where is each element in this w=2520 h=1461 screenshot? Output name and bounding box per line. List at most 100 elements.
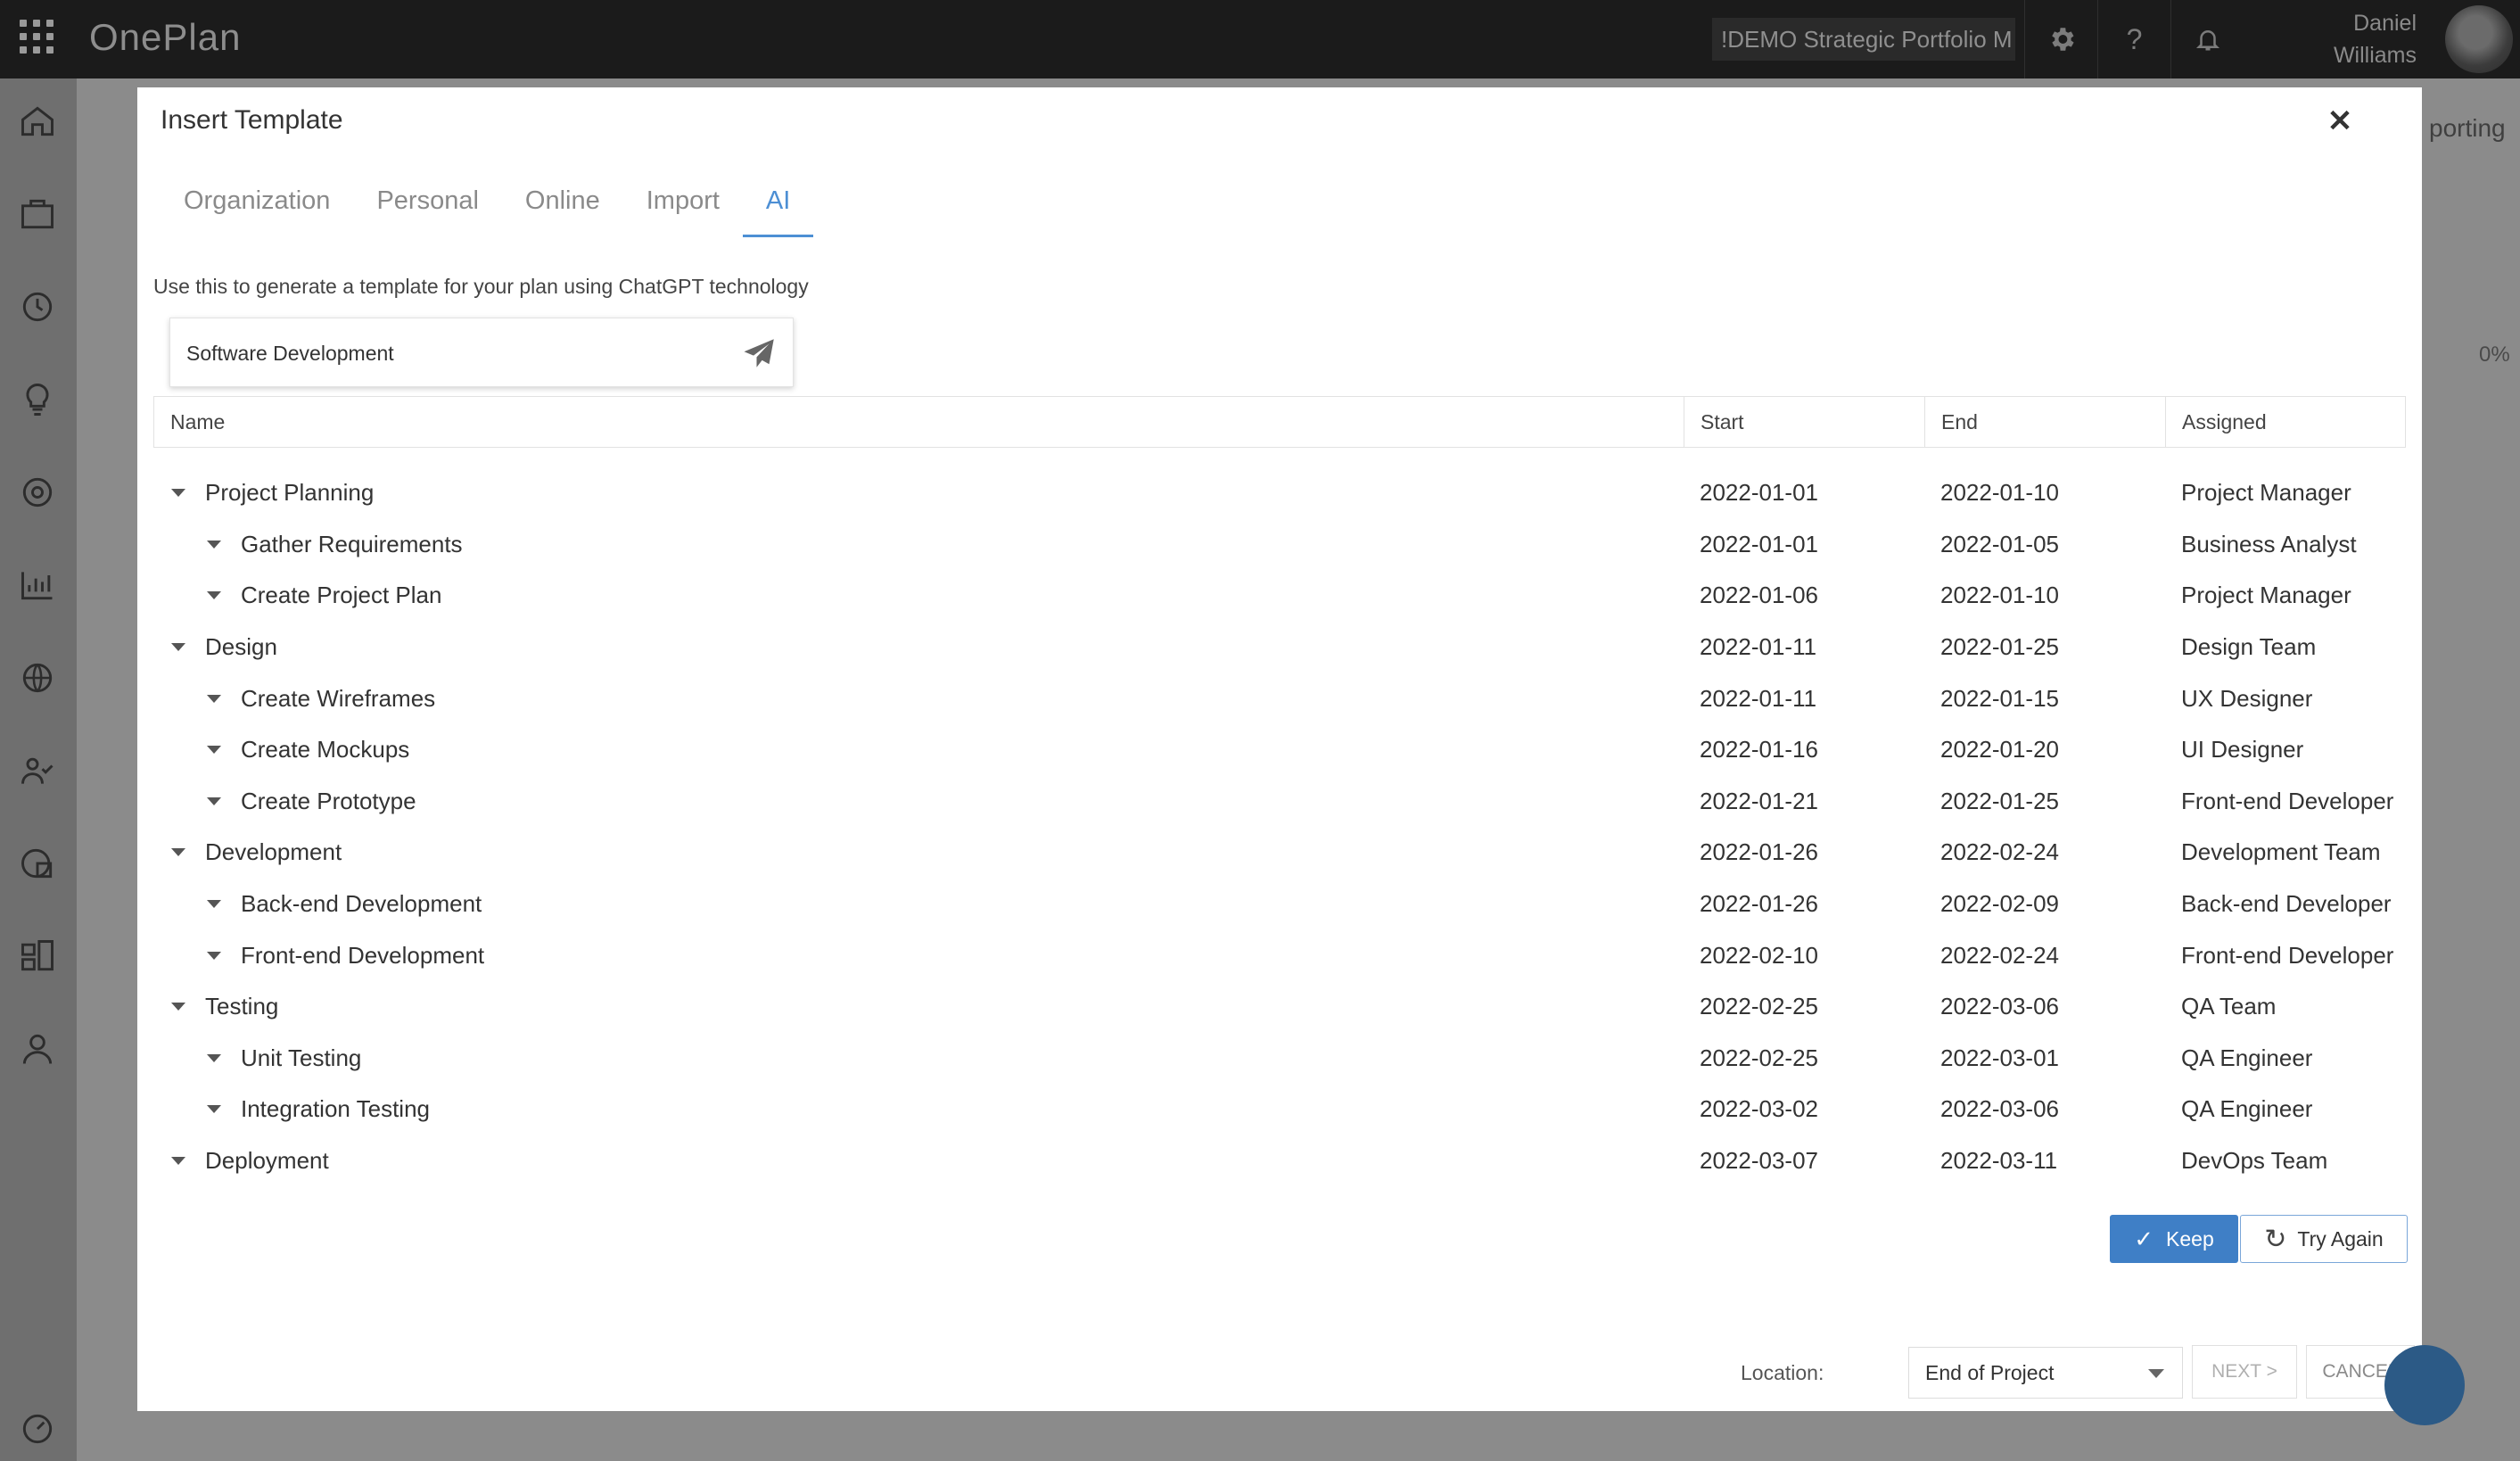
notifications-bell-icon[interactable] (2170, 0, 2244, 78)
cell-end: 2022-01-10 (1940, 582, 2059, 609)
cell-name: Create Project Plan (153, 582, 1684, 609)
table-row[interactable]: Gather Requirements 2022-01-01 2022-01-05 B… (153, 519, 2406, 571)
table-row[interactable]: Project Planning 2022-01-01 2022-01-10 Proj… (153, 467, 2406, 519)
globe-icon[interactable] (16, 656, 59, 699)
expand-caret-icon[interactable] (207, 900, 221, 909)
background-reporting-text: porting (2429, 114, 2506, 142)
speedometer-icon[interactable] (16, 1407, 59, 1450)
expand-caret-icon[interactable] (207, 1105, 221, 1114)
settings-gear-icon[interactable] (2024, 0, 2097, 78)
cell-end: 2022-01-20 (1940, 736, 2059, 764)
target-icon[interactable] (16, 471, 59, 514)
app-name[interactable]: OnePlan (89, 16, 241, 59)
next-button[interactable]: NEXT > (2192, 1345, 2297, 1399)
cell-assigned: Project Manager (2181, 582, 2351, 609)
location-select[interactable]: End of Project (1908, 1347, 2183, 1399)
grid-header: Name Start End Assigned (153, 396, 2406, 448)
cell-assigned: Development Team (2181, 838, 2381, 866)
cell-assigned: UI Designer (2181, 736, 2304, 764)
template-grid: Name Start End Assigned Project Planning… (153, 396, 2406, 1186)
table-row[interactable]: Front-end Development 2022-02-10 2022-02-2… (153, 929, 2406, 981)
tab-import[interactable]: Import (623, 180, 743, 237)
expand-caret-icon[interactable] (207, 540, 221, 549)
expand-caret-icon[interactable] (171, 489, 185, 498)
expand-caret-icon[interactable] (171, 1157, 185, 1166)
task-name: Gather Requirements (241, 530, 463, 557)
template-tabs: Organization Personal Online Import AI (161, 180, 814, 237)
column-header-end[interactable]: End (1925, 397, 2166, 447)
table-row[interactable]: Create Prototype 2022-01-21 2022-01-25 Fron… (153, 776, 2406, 828)
column-header-start[interactable]: Start (1684, 397, 1925, 447)
table-row[interactable]: Design 2022-01-11 2022-01-25 Design Team (153, 622, 2406, 673)
table-row[interactable]: Integration Testing 2022-03-02 2022-03-06 Q… (153, 1084, 2406, 1135)
background-percent: 0% (2479, 343, 2510, 367)
tab-online[interactable]: Online (502, 180, 623, 237)
chart-icon[interactable] (16, 564, 59, 607)
cell-start: 2022-01-01 (1700, 530, 1818, 557)
prompt-box (169, 318, 794, 388)
team-icon[interactable] (16, 749, 59, 792)
cell-start: 2022-03-02 (1700, 1095, 1818, 1123)
expand-caret-icon[interactable] (207, 951, 221, 960)
expand-caret-icon[interactable] (207, 746, 221, 755)
user-icon[interactable] (16, 1028, 59, 1070)
help-icon[interactable]: ? (2097, 0, 2170, 78)
table-row[interactable]: Deployment 2022-03-07 2022-03-11 DevOps Tea… (153, 1135, 2406, 1187)
briefcase-icon[interactable] (16, 193, 59, 235)
assistant-button[interactable] (2384, 1345, 2465, 1425)
task-name: Development (205, 838, 342, 866)
insert-template-dialog: Insert Template ✕ Organization Personal … (137, 87, 2422, 1411)
cell-end: 2022-03-01 (1940, 1044, 2059, 1071)
table-row[interactable]: Create Wireframes 2022-01-11 2022-01-15 UX … (153, 673, 2406, 724)
expand-caret-icon[interactable] (171, 1003, 185, 1011)
grid-rows: Project Planning 2022-01-01 2022-01-10 Proj… (153, 467, 2406, 1186)
column-header-name[interactable]: Name (154, 397, 1684, 447)
expand-caret-icon[interactable] (207, 1053, 221, 1062)
expand-caret-icon[interactable] (207, 591, 221, 600)
portfolio-selector[interactable]: !DEMO Strategic Portfolio M (1712, 18, 2015, 61)
tab-ai[interactable]: AI (742, 180, 814, 237)
cell-assigned: DevOps Team (2181, 1147, 2328, 1175)
lightbulb-icon[interactable] (16, 378, 59, 421)
tab-personal[interactable]: Personal (353, 180, 501, 237)
cell-assigned: Back-end Developer (2181, 890, 2392, 918)
cell-start: 2022-01-21 (1700, 787, 1818, 814)
table-row[interactable]: Development 2022-01-26 2022-02-24 Developme… (153, 827, 2406, 879)
clock-icon[interactable] (16, 285, 59, 328)
task-name: Create Mockups (241, 736, 410, 764)
cell-start: 2022-01-11 (1700, 684, 1817, 712)
tab-organization[interactable]: Organization (161, 180, 353, 237)
refresh-icon: ↻ (2264, 1224, 2287, 1254)
cell-name: Create Mockups (153, 736, 1684, 764)
expand-caret-icon[interactable] (171, 848, 185, 857)
column-header-assigned[interactable]: Assigned (2166, 397, 2405, 447)
expand-caret-icon[interactable] (171, 643, 185, 652)
cell-end: 2022-03-11 (1940, 1147, 2058, 1175)
send-icon[interactable] (741, 334, 778, 372)
table-row[interactable]: Unit Testing 2022-02-25 2022-03-01 QA Engin… (153, 1033, 2406, 1085)
app-launcher-icon[interactable] (20, 20, 54, 54)
task-name: Create Wireframes (241, 684, 436, 712)
cell-end: 2022-02-09 (1940, 890, 2059, 918)
expand-caret-icon[interactable] (207, 694, 221, 703)
home-icon[interactable] (16, 100, 59, 143)
table-row[interactable]: Back-end Development 2022-01-26 2022-02-09… (153, 879, 2406, 930)
cell-name: Gather Requirements (153, 531, 1684, 558)
avatar[interactable] (2445, 5, 2513, 73)
prompt-input[interactable] (186, 318, 721, 388)
cell-start: 2022-03-07 (1700, 1147, 1818, 1175)
task-name: Design (205, 633, 277, 661)
reports-icon[interactable] (16, 842, 59, 885)
table-row[interactable]: Testing 2022-02-25 2022-03-06 QA Team (153, 981, 2406, 1033)
close-icon[interactable]: ✕ (2322, 103, 2358, 139)
try-again-button[interactable]: ↻ Try Again (2240, 1215, 2408, 1263)
cell-assigned: UX Designer (2181, 684, 2313, 712)
keep-button[interactable]: ✓ Keep (2110, 1215, 2238, 1263)
task-name: Front-end Development (241, 941, 485, 969)
cell-start: 2022-01-06 (1700, 582, 1818, 609)
boards-icon[interactable] (16, 935, 59, 978)
check-icon: ✓ (2134, 1225, 2154, 1252)
table-row[interactable]: Create Project Plan 2022-01-06 2022-01-10 P… (153, 570, 2406, 622)
table-row[interactable]: Create Mockups 2022-01-16 2022-01-20 UI Des… (153, 724, 2406, 776)
expand-caret-icon[interactable] (207, 797, 221, 805)
